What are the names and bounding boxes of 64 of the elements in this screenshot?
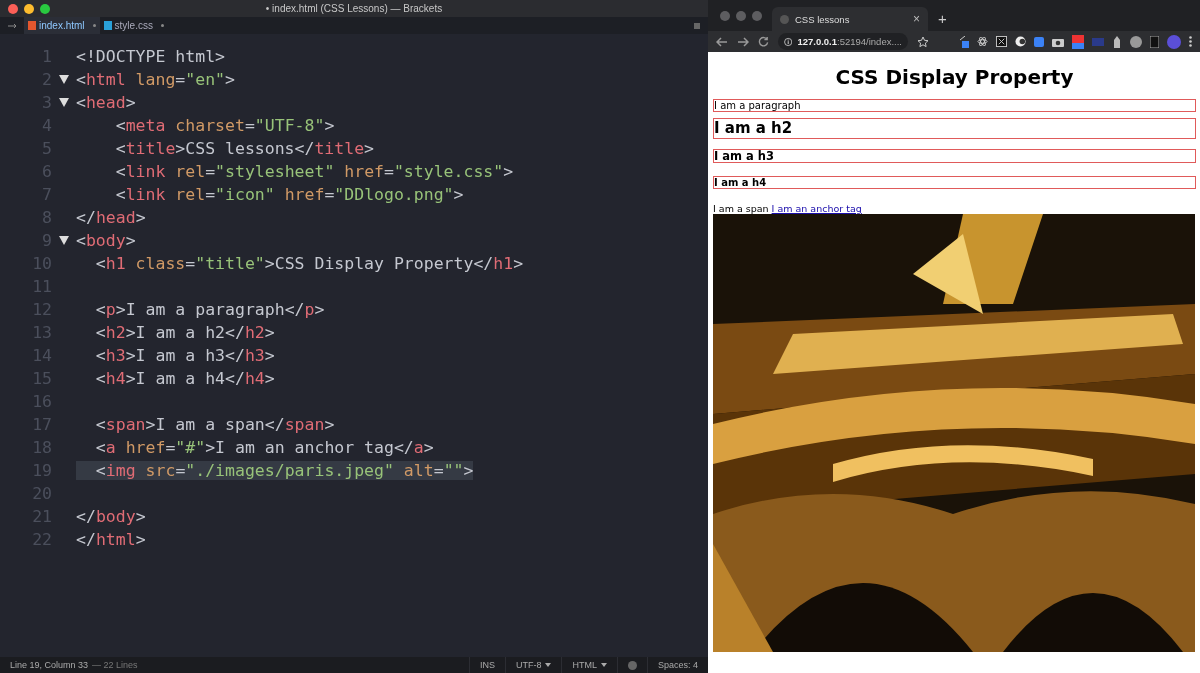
code-line: <!DOCTYPE html> bbox=[76, 47, 225, 66]
code-line: <link rel="icon" href="DDlogo.png"> bbox=[114, 185, 464, 204]
minimize-button[interactable] bbox=[24, 3, 34, 14]
anchor-link[interactable]: I am an anchor tag bbox=[771, 203, 862, 215]
extension-icon[interactable] bbox=[959, 35, 969, 48]
code-line: <body> bbox=[76, 231, 136, 250]
caret-icon bbox=[600, 663, 607, 667]
bordered-heading: I am a h3 bbox=[713, 148, 1196, 164]
code-line: </head> bbox=[76, 208, 146, 227]
code-line: <meta charset="UTF-8"> bbox=[114, 116, 335, 135]
fold-arrow-icon[interactable] bbox=[59, 236, 69, 245]
new-tab-button[interactable]: + bbox=[928, 10, 957, 31]
fold-arrow-icon[interactable] bbox=[59, 75, 69, 84]
code-line: <h3>I am a h3</h3> bbox=[94, 346, 275, 365]
code-line: </body> bbox=[76, 507, 146, 526]
code-line: <a href="#">I am an anchor tag</a> bbox=[94, 438, 434, 457]
code-line: <html lang="en"> bbox=[76, 70, 235, 89]
browser-tab[interactable]: CSS lessons × bbox=[772, 7, 928, 31]
extension-icon[interactable] bbox=[1130, 35, 1142, 48]
extension-icon[interactable] bbox=[1015, 36, 1026, 47]
camera-icon[interactable] bbox=[1052, 36, 1064, 47]
page-heading: CSS Display Property bbox=[834, 65, 1075, 89]
globe-icon bbox=[780, 14, 789, 24]
bordered-heading: I am a paragraph bbox=[713, 99, 1196, 112]
maximize-button[interactable] bbox=[40, 3, 50, 14]
star-icon[interactable] bbox=[917, 35, 929, 48]
atom-icon[interactable] bbox=[977, 36, 988, 47]
extension-icon[interactable] bbox=[1112, 35, 1122, 48]
code-line: <p>I am a paragraph</p> bbox=[94, 300, 325, 319]
code-line: <h2>I am a h2</h2> bbox=[94, 323, 275, 342]
bordered-heading: I am a h4 bbox=[713, 176, 1196, 190]
arrow-icon[interactable] bbox=[8, 22, 18, 29]
code-line: </html> bbox=[76, 530, 146, 549]
line-count: — 22 Lines bbox=[92, 660, 138, 670]
fold-arrow-icon[interactable] bbox=[59, 98, 69, 107]
close-tab-button[interactable]: × bbox=[913, 12, 920, 26]
panel-toggle-icon[interactable] bbox=[694, 22, 700, 29]
code-line: <span>I am a span</span> bbox=[94, 415, 335, 434]
info-icon[interactable] bbox=[784, 36, 793, 47]
forward-icon[interactable] bbox=[737, 36, 749, 47]
encoding-dropdown[interactable]: UTF-8 bbox=[504, 657, 562, 673]
code-line: <head> bbox=[76, 93, 136, 112]
file-tab[interactable]: index.html bbox=[24, 17, 100, 34]
language-dropdown[interactable]: HTML bbox=[561, 657, 617, 673]
code-line: <title>CSS lessons</title> bbox=[114, 139, 375, 158]
extension-icon[interactable] bbox=[1150, 35, 1159, 48]
caret-icon bbox=[545, 663, 552, 667]
address-bar[interactable]: 127.0.0.1:52194/index.... bbox=[778, 33, 908, 50]
file-tab[interactable]: style.css bbox=[99, 17, 168, 34]
extension-icon[interactable] bbox=[996, 36, 1007, 47]
close-button[interactable] bbox=[8, 3, 18, 14]
code-line: <link rel="stylesheet" href="style.css"> bbox=[114, 162, 514, 181]
reload-icon[interactable] bbox=[758, 36, 769, 47]
code-line: <h1 class="title">CSS Display Property</h1> bbox=[94, 254, 524, 273]
window-title: • index.html (CSS Lessons) — Brackets bbox=[265, 3, 443, 14]
code-line: <h4>I am a h4</h4> bbox=[94, 369, 275, 388]
cursor-position: Line 19, Column 33 bbox=[9, 660, 89, 670]
linter-status-icon[interactable] bbox=[627, 660, 637, 670]
span-text: I am a span bbox=[713, 203, 769, 215]
close-button[interactable] bbox=[720, 10, 730, 21]
menu-icon[interactable] bbox=[1189, 36, 1192, 47]
insert-mode[interactable]: INS bbox=[468, 657, 505, 673]
bordered-heading: I am a h2 bbox=[713, 118, 1196, 139]
back-icon[interactable] bbox=[716, 36, 728, 47]
